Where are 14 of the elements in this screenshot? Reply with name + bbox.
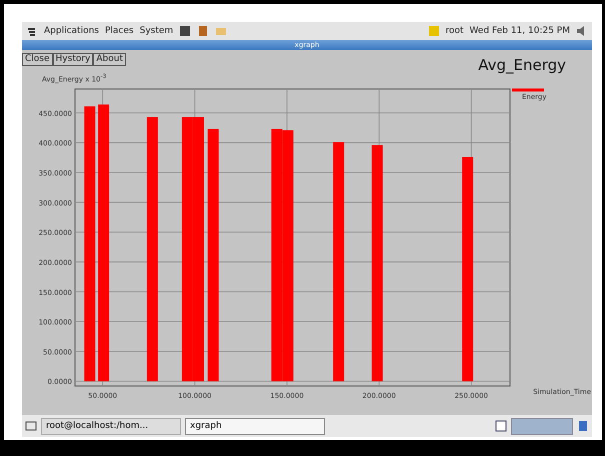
toolbar-button[interactable]: Close	[22, 53, 53, 66]
show-desktop-icon[interactable]	[25, 420, 37, 432]
menu-item[interactable]: System	[140, 26, 174, 36]
menu-item[interactable]: Applications	[44, 26, 99, 36]
user-name: root	[446, 26, 464, 36]
clock[interactable]: Wed Feb 11, 10:25 PM	[470, 26, 570, 36]
taskbar-button[interactable]: root@localhost:/hom...	[41, 418, 181, 434]
toolbar-button[interactable]: Hystory	[52, 53, 94, 66]
workspace-switcher[interactable]	[511, 418, 573, 434]
taskbar-button[interactable]: xgraph	[185, 418, 325, 434]
graph-title: Avg_Energy	[478, 56, 566, 74]
toolbar-button[interactable]: About	[93, 53, 126, 66]
window-icon[interactable]	[495, 420, 507, 432]
menu-item[interactable]: Places	[104, 26, 134, 36]
